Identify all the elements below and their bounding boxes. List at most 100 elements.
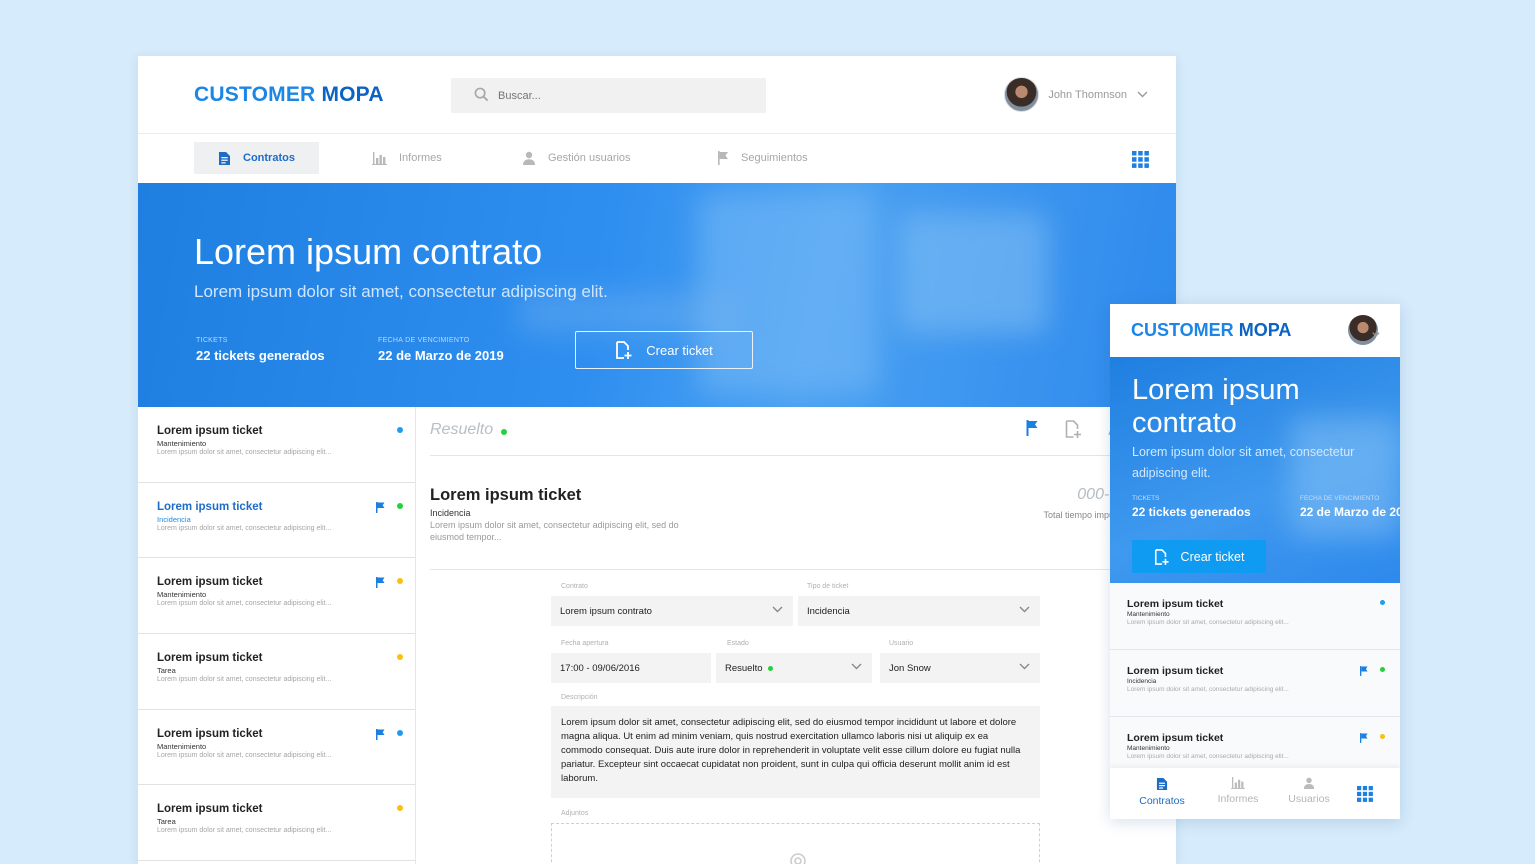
chevron-down-icon	[1019, 606, 1030, 613]
ticket-desc: Lorem ipsum dolor sit amet, consectetur …	[157, 600, 332, 608]
chevron-down-icon[interactable]	[1372, 332, 1380, 337]
user-icon	[523, 151, 535, 165]
fecha-input[interactable]: 17:00 - 09/06/2016	[551, 653, 711, 683]
tab-informes[interactable]: Informes	[1203, 777, 1273, 805]
avatar[interactable]	[1348, 315, 1378, 345]
ticket-item[interactable]: Lorem ipsum ticket Tarea Lorem ipsum dol…	[138, 634, 415, 710]
brand-logo[interactable]: CUSTOMER MOPA	[194, 83, 384, 107]
search-input[interactable]	[498, 78, 748, 113]
tab-contratos[interactable]: Contratos	[194, 142, 319, 174]
create-ticket-button[interactable]: Crear ticket	[1132, 540, 1266, 573]
usuario-label: Usuario	[889, 640, 914, 647]
status-dot	[1380, 667, 1385, 672]
tab-informes[interactable]: Informes	[372, 142, 442, 174]
hero-title: Lorem ipsum contrato	[194, 231, 543, 272]
tipo-value: Incidencia	[807, 605, 850, 617]
ticket-item[interactable]: Lorem ipsum ticket Incidencia Lorem ipsu…	[1110, 650, 1400, 717]
create-ticket-button[interactable]: Crear ticket	[575, 331, 753, 369]
flag-icon	[1360, 733, 1368, 743]
brand-word-2: MOPA	[321, 83, 384, 106]
ticket-category: Tarea	[157, 666, 176, 676]
ticket-category: Mantenimiento	[1127, 611, 1170, 618]
due-date-value: 22 de Marzo de 2019	[1300, 505, 1400, 519]
avatar[interactable]	[1004, 77, 1040, 112]
hero-bg-shape	[898, 213, 1048, 333]
ticket-item[interactable]: Lorem ipsum ticket Mantenimiento Lorem i…	[138, 710, 415, 786]
descripcion-textarea[interactable]: Lorem ipsum dolor sit amet, consectetur …	[551, 706, 1040, 798]
brand-word-1: CUSTOMER	[1131, 320, 1234, 340]
desktop-window: CUSTOMER MOPA John Thomnson Contratos In…	[138, 56, 1176, 864]
tab-seguimientos[interactable]: Seguimientos	[717, 142, 808, 174]
flag-icon	[376, 728, 385, 740]
ticket-title: Lorem ipsum ticket	[157, 576, 263, 589]
chevron-down-icon[interactable]	[1137, 91, 1148, 98]
due-date-label: Fecha de vencimiento	[378, 337, 470, 344]
user-icon	[1303, 777, 1315, 789]
ticket-title: Lorem ipsum ticket	[157, 803, 263, 816]
adjuntos-label: Adjuntos	[561, 810, 589, 817]
ticket-item-selected[interactable]: Lorem ipsum ticket Incidencia Lorem ipsu…	[138, 483, 415, 559]
apps-grid-icon[interactable]	[1357, 786, 1373, 802]
tab-gestion-usuarios[interactable]: Gestión usuarios	[522, 142, 631, 174]
contrato-value: Lorem ipsum contrato	[560, 605, 652, 617]
status-dot	[1380, 734, 1385, 739]
tab-label: Gestión usuarios	[548, 152, 631, 164]
estado-select[interactable]: Resuelto	[716, 653, 872, 683]
top-bar: CUSTOMER MOPA John Thomnson	[138, 56, 1176, 134]
ticket-title: Lorem ipsum ticket	[157, 727, 263, 740]
tickets-value: 22 tickets generados	[1132, 505, 1251, 519]
attachments-dropzone[interactable]	[551, 823, 1040, 864]
ticket-title: Lorem ipsum ticket	[1127, 598, 1224, 610]
flag-icon	[376, 501, 385, 513]
divider	[430, 455, 1128, 456]
fecha-label: Fecha apertura	[561, 640, 609, 647]
contract-hero: Lorem ipsum contrato Lorem ipsum dolor s…	[138, 183, 1176, 407]
new-ticket-icon	[616, 341, 632, 359]
tickets-value: 22 tickets generados	[196, 348, 325, 363]
status-dot	[767, 665, 773, 671]
ticket-desc: Lorem ipsum dolor sit amet, consectetur …	[1127, 686, 1289, 693]
detail-category: Incidencia	[430, 508, 471, 518]
tab-contratos[interactable]: Contratos	[1127, 777, 1197, 807]
user-name: John Thomnson	[1048, 88, 1127, 101]
tickets-label: Tickets	[196, 337, 228, 344]
chevron-down-icon	[1019, 663, 1030, 670]
divider	[430, 569, 1128, 570]
document-icon	[1156, 778, 1168, 790]
hero-subtitle: Lorem ipsum dolor sit amet, consectetur …	[1132, 445, 1355, 480]
mobile-hero: Lorem ipsum contrato Lorem ipsum dolor s…	[1110, 357, 1400, 583]
tab-label: Seguimientos	[741, 152, 808, 164]
contrato-select[interactable]: Lorem ipsum contrato	[551, 596, 793, 626]
flag-icon	[718, 151, 728, 165]
brand-logo[interactable]: CUSTOMER MOPA	[1131, 320, 1291, 341]
ticket-title: Lorem ipsum ticket	[157, 425, 263, 437]
ticket-category: Mantenimiento	[1127, 745, 1170, 752]
mobile-bottom-nav: Contratos Informes Usuarios	[1110, 768, 1400, 819]
tipo-select[interactable]: Incidencia	[798, 596, 1040, 626]
tab-label: Contratos	[1139, 795, 1185, 807]
chevron-down-icon	[851, 663, 862, 670]
ticket-item[interactable]: Lorem ipsum ticket Tarea Lorem ipsum dol…	[138, 785, 415, 862]
usuario-value: Jon Snow	[889, 662, 931, 674]
tab-usuarios[interactable]: Usuarios	[1274, 777, 1344, 805]
mobile-window: CUSTOMER MOPA Lorem ipsum contrato Lorem…	[1110, 304, 1400, 819]
flag-icon[interactable]	[1026, 420, 1038, 438]
user-menu[interactable]: John Thomnson	[1004, 77, 1148, 112]
apps-grid-icon[interactable]	[1132, 151, 1149, 168]
new-ticket-icon[interactable]	[1064, 420, 1082, 438]
ticket-title: Lorem ipsum ticket	[1127, 665, 1224, 677]
document-icon	[219, 151, 230, 165]
ticket-detail: Resuelto Lorem ipsum ticket Incidencia L…	[416, 407, 1176, 864]
status-dot	[397, 654, 403, 661]
ticket-item[interactable]: Lorem ipsum ticket Mantenimiento Lorem i…	[1110, 583, 1400, 650]
ticket-list: Lorem ipsum ticket Mantenimiento Lorem i…	[138, 407, 416, 864]
descripcion-label: Descripción	[561, 694, 598, 701]
flag-icon	[376, 577, 385, 589]
tipo-label: Tipo de ticket	[807, 583, 849, 590]
due-date-value: 22 de Marzo de 2019	[378, 348, 504, 363]
ticket-item[interactable]: Lorem ipsum ticket Mantenimiento Lorem i…	[138, 558, 415, 635]
usuario-select[interactable]: Jon Snow	[880, 653, 1040, 683]
mobile-top-bar: CUSTOMER MOPA	[1110, 304, 1400, 357]
ticket-item[interactable]: Lorem ipsum ticket Mantenimiento Lorem i…	[138, 407, 415, 483]
contrato-label: Contrato	[561, 583, 588, 590]
